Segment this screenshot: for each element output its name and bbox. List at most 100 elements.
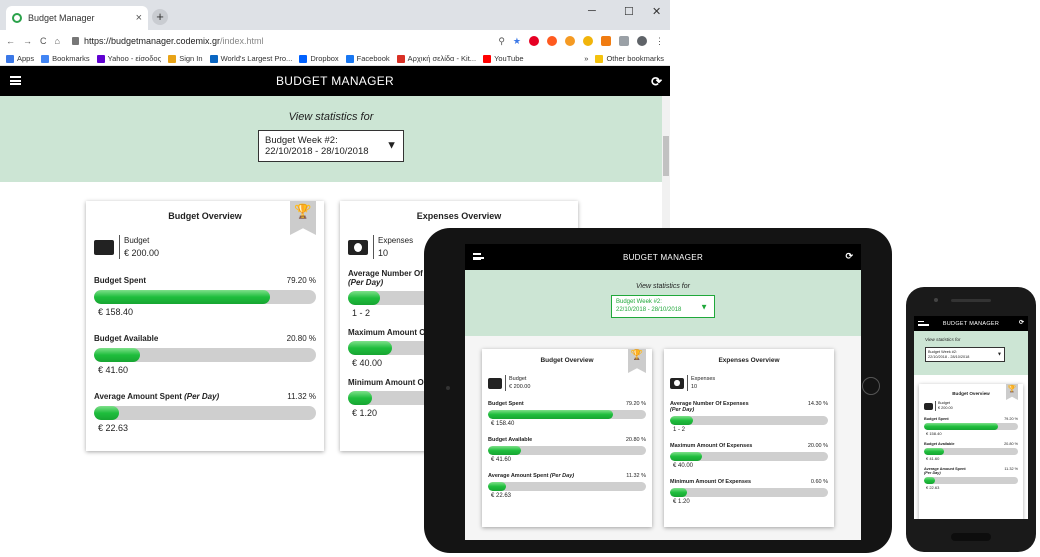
translate-extension-icon[interactable] <box>619 36 629 46</box>
phone-camera-icon <box>934 298 938 302</box>
period-select[interactable]: Budget Week #2: 22/10/2018 - 28/10/2018 … <box>258 130 404 162</box>
view-statistics-label: View statistics for <box>925 337 961 342</box>
progress-bar <box>924 477 1018 484</box>
progress-bar <box>94 290 316 304</box>
metric-block: Average Amount Spent (Per Day) 11.32 % € 2… <box>488 473 646 499</box>
metric-block: Maximum Amount Of Expenses 20.00 % € 40.00 <box>670 443 828 469</box>
tablet-screen: BUDGET MANAGER ⟳ View statistics for Bud… <box>465 244 861 540</box>
select-line-2: 22/10/2018 - 28/10/2018 <box>265 146 369 157</box>
metric-value: € 41.60 <box>491 457 512 463</box>
period-select[interactable]: Budget Week #2: 22/10/2018 - 28/10/2018 … <box>925 347 1005 363</box>
hamburger-menu-icon[interactable] <box>918 321 929 326</box>
zoom-icon[interactable]: ⚲ <box>498 36 505 47</box>
new-tab-button[interactable]: + <box>152 9 168 25</box>
metric-block: Budget Spent 79.20 % € 158.40 <box>924 417 1018 436</box>
extension-icon[interactable] <box>565 36 575 46</box>
metric-label: Maximum Amount O <box>348 328 426 337</box>
more-bookmarks-icon[interactable]: » <box>584 54 588 63</box>
bookmark-item[interactable]: YouTube <box>483 54 524 63</box>
maximize-button[interactable]: ☐ <box>624 5 634 18</box>
metric-block: Average Amount Spent (Per Day) 11.32 % € 2… <box>924 467 1018 490</box>
menu-kebab-icon[interactable]: ⋮ <box>655 36 664 47</box>
chevron-down-icon[interactable]: ▼ <box>997 352 1002 358</box>
bookmark-item[interactable]: Αρχική σελίδα - Kit... <box>396 54 476 63</box>
progress-fill <box>924 448 944 455</box>
chevron-down-icon[interactable]: ▼ <box>700 303 708 311</box>
refresh-icon[interactable]: ⟳ <box>845 251 853 262</box>
metric-label: Budget Spent <box>488 401 524 407</box>
metric-percent: 20.80 % <box>1004 442 1018 446</box>
metric-header: Budget Spent 79.20 % <box>488 401 646 407</box>
url-path: /index.html <box>220 36 264 46</box>
metric-header: Budget Available 20.80 % <box>94 334 316 343</box>
metric-value: € 41.60 <box>926 456 940 461</box>
metric-label: Maximum Amount Of Expenses <box>670 443 753 449</box>
expenses-label: Expenses <box>691 376 716 382</box>
metric-label: Budget Available <box>488 437 533 443</box>
metric-label: Average Amount Spent (Per Day) <box>94 392 220 401</box>
bookmark-item[interactable]: Facebook <box>345 54 390 63</box>
minimize-button[interactable]: ─ <box>588 5 596 17</box>
hamburger-menu-icon[interactable] <box>473 253 484 260</box>
progress-bar <box>94 348 316 362</box>
bookmark-label: Yahoo - είσοδος <box>107 54 162 63</box>
progress-fill <box>94 290 270 304</box>
browser-tab[interactable]: Budget Manager × <box>6 6 148 30</box>
forward-arrow-icon[interactable]: → <box>23 36 32 46</box>
metric-percent: 20.00 % <box>807 443 828 449</box>
opera-extension-icon[interactable] <box>547 36 557 46</box>
bookmark-icon <box>96 54 105 63</box>
pinterest-extension-icon[interactable] <box>529 36 539 46</box>
profile-avatar-icon[interactable] <box>637 36 647 46</box>
wallet-icon <box>488 377 502 389</box>
hamburger-menu-icon[interactable] <box>10 76 21 85</box>
metric-suffix: (Per Day) <box>670 407 695 413</box>
card-title: Budget Overview <box>168 211 242 221</box>
budget-total-row: Budget € 200.00 <box>924 401 1018 411</box>
bookmark-item[interactable]: Apps <box>6 54 34 63</box>
bookmark-icon <box>396 54 405 63</box>
metric-label: Budget Available <box>94 334 159 343</box>
budget-overview-card: Budget Overview 🏆 Budget € 200.00 Budget… <box>919 384 1023 519</box>
bookmark-item[interactable]: Sign In <box>168 54 203 63</box>
home-icon[interactable]: ⌂ <box>55 36 60 46</box>
bookmark-item[interactable]: Dropbox <box>299 54 339 63</box>
address-bar[interactable]: https://budgetmanager.codemix.gr/index.h… <box>68 32 490 50</box>
reload-icon[interactable]: C <box>40 36 47 46</box>
statistics-band: View statistics for Budget Week #2: 22/1… <box>465 270 861 336</box>
budget-label: Budget <box>124 236 150 245</box>
bookmark-icon <box>168 54 177 63</box>
phone-screen: BUDGET MANAGER ⟳ View statistics for Bud… <box>914 316 1028 519</box>
bookmark-item[interactable]: World's Largest Pro... <box>209 54 292 63</box>
bookmark-item[interactable]: Bookmarks <box>41 54 90 63</box>
metric-percent: 20.80 % <box>625 437 646 443</box>
period-select[interactable]: Budget Week #2: 22/10/2018 - 28/10/2018 … <box>611 295 715 318</box>
metric-block: Budget Available 20.80 % € 41.60 <box>924 442 1018 461</box>
progress-fill <box>488 446 521 455</box>
other-bookmarks-folder[interactable]: Other bookmarks <box>595 54 664 63</box>
scrollbar-thumb[interactable] <box>663 136 669 176</box>
metric-value: € 1.20 <box>673 499 690 505</box>
close-window-button[interactable]: ✕ <box>652 5 661 18</box>
metric-value: 1 - 2 <box>673 427 686 433</box>
metric-label: Minimum Amount O <box>348 378 424 387</box>
expenses-value: 10 <box>691 384 698 390</box>
budget-value: € 200.00 <box>509 384 531 390</box>
extension-icon[interactable] <box>601 36 611 46</box>
back-arrow-icon[interactable]: ← <box>6 36 15 46</box>
bookmark-icon <box>299 54 308 63</box>
camera-icon <box>670 377 684 389</box>
chevron-down-icon[interactable]: ▼ <box>386 140 397 152</box>
bookmark-item[interactable]: Yahoo - είσοδος <box>96 54 162 63</box>
bookmark-icon <box>483 54 492 63</box>
refresh-icon[interactable]: ⟳ <box>651 74 662 90</box>
metric-value: € 158.40 <box>926 431 942 436</box>
extension-icon[interactable] <box>583 36 593 46</box>
refresh-icon[interactable]: ⟳ <box>1019 319 1024 326</box>
star-bookmark-icon[interactable]: ★ <box>513 36 521 47</box>
budget-overview-card: Budget Overview 🏆 Budget € 200.00 Budget… <box>86 201 324 451</box>
budget-label: Budget <box>509 376 527 382</box>
tab-close-icon[interactable]: × <box>136 12 142 24</box>
metric-block: Budget Spent 79.20 % € 158.40 <box>488 401 646 427</box>
card-title: Expenses Overview <box>718 357 780 364</box>
